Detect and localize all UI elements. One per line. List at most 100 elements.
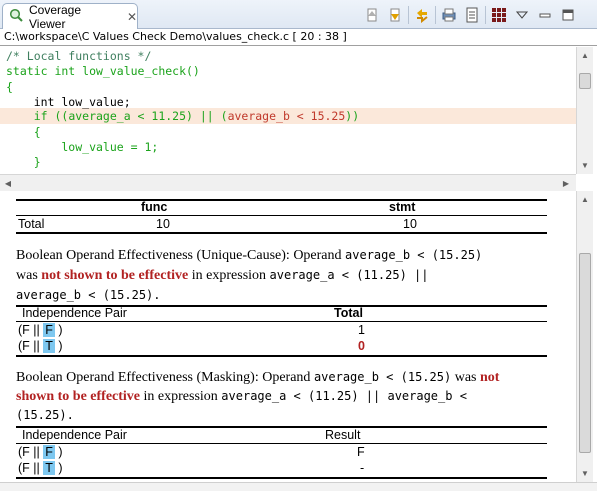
independence-total-1: 1	[358, 323, 365, 337]
table-rule	[16, 199, 547, 201]
pair-highlight: F	[43, 323, 55, 337]
unique-cause-text: was	[16, 268, 42, 283]
pair-suffix: )	[54, 339, 63, 353]
unique-cause-text: in expression	[188, 268, 270, 283]
view-toolbar	[362, 4, 581, 26]
scroll-up-arrow-icon[interactable]: ▲	[577, 191, 593, 207]
masking-result-2: -	[360, 461, 365, 475]
independence-pair-row-2: (F || T )	[18, 339, 63, 353]
pair-prefix: (F ||	[18, 323, 44, 337]
code-line-condition: if ((average_a < 11.25) || (average_b < …	[6, 109, 359, 124]
not-effective-warning: not shown to be effective	[41, 268, 189, 283]
pair-highlight: T	[43, 461, 55, 475]
file-path-label: C:\workspace\C Values Check Demo\values_…	[0, 29, 597, 46]
unique-cause-line-1: Boolean Operand Effectiveness (Unique-Ca…	[16, 248, 482, 264]
code-if-keyword: if ((	[6, 109, 69, 123]
column-header-func: func	[141, 200, 168, 214]
sync-icon[interactable]	[412, 5, 431, 25]
code-line-inner-open: {	[6, 125, 41, 139]
tab-title: Coverage Viewer	[29, 2, 82, 31]
masking-result-1: F	[357, 445, 365, 459]
pair-prefix: (F ||	[18, 461, 44, 475]
table-rule	[16, 477, 547, 479]
pair-prefix: (F ||	[18, 445, 44, 459]
code-operand-b: average_b < 15.25	[227, 109, 346, 123]
unique-cause-expression: average_a < (11.25) ||	[269, 268, 429, 282]
summary-stmt-value: 10	[403, 217, 417, 231]
independence-pair-row-1: (F || F )	[18, 323, 63, 337]
masking-line-2: shown to be effective in expression aver…	[16, 389, 467, 405]
view-tab-strip: Coverage Viewer ✕	[0, 0, 597, 31]
toolbar-separator	[408, 6, 409, 24]
pair-suffix: )	[54, 323, 63, 337]
pair-suffix: )	[54, 445, 63, 459]
coverage-report: func stmt Total 10 10 Boolean Operand Ef…	[0, 191, 576, 482]
unique-cause-operand: average_b < (15.25)	[345, 248, 483, 262]
masking-line-1: Boolean Operand Effectiveness (Masking):…	[16, 370, 499, 386]
code-line-signature: static int low_value_check()	[6, 64, 200, 78]
source-code-view[interactable]: /* Local functions */ static int low_val…	[0, 47, 576, 174]
table-rule	[16, 355, 547, 357]
masking-expression: average_a < (11.25) || average_b <	[221, 389, 467, 403]
code-operand-a: average_a < 11.25	[68, 109, 187, 123]
independence-pair-row-2: (F || T )	[18, 461, 63, 475]
pair-highlight: F	[43, 445, 55, 459]
masking-text: in expression	[140, 389, 222, 404]
scroll-down-arrow-icon[interactable]: ▼	[577, 465, 593, 481]
unique-cause-text: Boolean Operand Effectiveness (Unique-Ca…	[16, 248, 346, 263]
pair-highlight: T	[43, 339, 55, 353]
column-header-stmt: stmt	[389, 200, 416, 214]
column-header-independence-pair: Independence Pair	[22, 428, 127, 442]
unique-cause-expression-cont: average_b < (15.25).	[16, 288, 161, 302]
not-effective-warning: not	[480, 370, 500, 385]
scroll-down-icon[interactable]	[385, 5, 404, 25]
column-header-independence-pair: Independence Pair	[22, 306, 127, 320]
code-close-parens: ))	[345, 109, 360, 123]
code-line-declaration: int low_value;	[6, 95, 131, 109]
pair-suffix: )	[54, 461, 63, 475]
code-or-operator: ) || (	[186, 109, 228, 123]
independence-pair-row-1: (F || F )	[18, 445, 63, 459]
report-scroll-thumb[interactable]	[579, 253, 591, 453]
column-header-total: Total	[334, 306, 363, 320]
coverage-viewer-icon	[9, 8, 23, 25]
code-vertical-scrollbar[interactable]: ▲ ▼	[576, 47, 593, 174]
masking-text: Boolean Operand Effectiveness (Masking):…	[16, 370, 314, 385]
print-icon[interactable]	[439, 5, 458, 25]
summary-func-value: 10	[156, 217, 170, 231]
minimize-icon[interactable]	[535, 5, 554, 25]
table-rule	[16, 443, 547, 444]
close-icon[interactable]: ✕	[127, 11, 137, 23]
resize-bar[interactable]	[0, 482, 597, 491]
unique-cause-line-2: was not shown to be effective in express…	[16, 268, 428, 284]
not-effective-warning: shown to be effective	[16, 389, 141, 404]
grid-icon[interactable]	[489, 5, 508, 25]
code-line-assignment: low_value = 1;	[6, 140, 159, 154]
report-vertical-scrollbar[interactable]: ▲ ▼	[576, 191, 593, 482]
code-line-comment: /* Local functions */	[6, 49, 152, 63]
code-scroll-thumb[interactable]	[579, 73, 591, 89]
summary-row-label: Total	[18, 217, 45, 231]
scroll-left-arrow-icon[interactable]: ◀	[0, 175, 16, 191]
view-menu-icon[interactable]	[512, 5, 531, 25]
table-rule	[16, 321, 547, 322]
table-rule	[16, 215, 547, 216]
masking-expression-cont: (15.25).	[16, 408, 74, 422]
toolbar-separator	[485, 6, 486, 24]
independence-total-2: 0	[358, 339, 365, 353]
scroll-down-arrow-icon[interactable]: ▼	[577, 157, 593, 173]
tab-coverage-viewer[interactable]: Coverage Viewer ✕	[2, 2, 138, 31]
code-horizontal-scrollbar[interactable]: ◀ ▶	[0, 174, 576, 191]
scroll-up-icon[interactable]	[362, 5, 381, 25]
masking-text: was	[451, 370, 480, 385]
maximize-icon[interactable]	[558, 5, 577, 25]
code-line-open-brace: {	[6, 80, 13, 94]
report-icon[interactable]	[462, 5, 481, 25]
pair-prefix: (F ||	[18, 339, 44, 353]
masking-operand: average_b < (15.25)	[313, 370, 452, 384]
scroll-up-arrow-icon[interactable]: ▲	[577, 47, 593, 63]
scroll-right-arrow-icon[interactable]: ▶	[558, 175, 574, 191]
table-rule	[16, 232, 547, 234]
column-header-result: Result	[325, 428, 361, 442]
code-line-inner-close: }	[6, 155, 41, 169]
